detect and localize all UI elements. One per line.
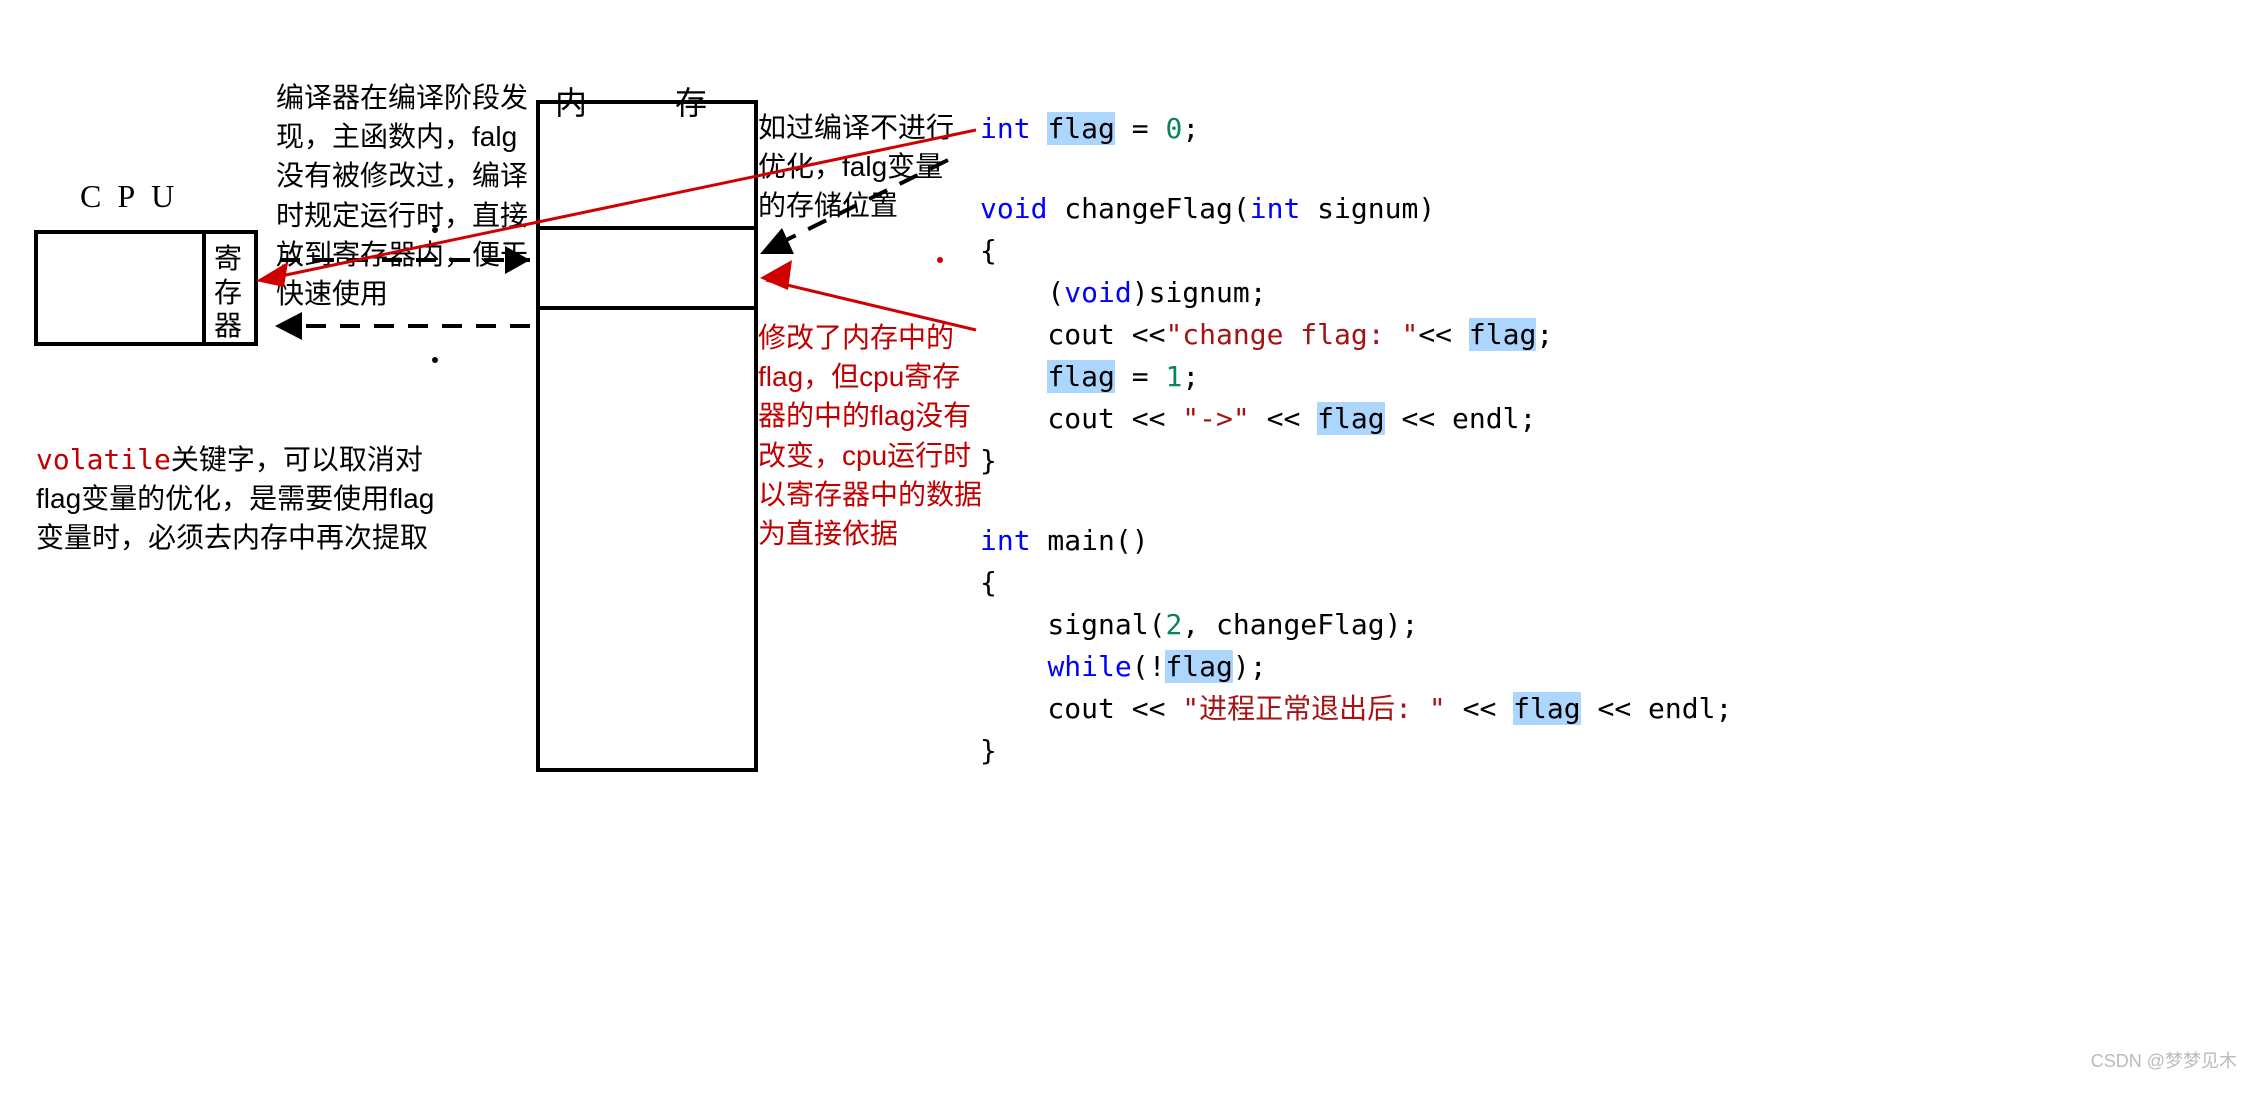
memory-label: 内 存: [555, 78, 735, 124]
compiler-note: 编译器在编译阶段发现，主函数内，falg没有被修改过，编译时规定运行时，直接放到…: [276, 78, 536, 313]
modify-memory-note: 修改了内存中的flag，但cpu寄存器的中的flag没有改变，cpu运行时以寄存…: [758, 318, 988, 553]
memory-cell-flag: [538, 228, 756, 308]
code-line-2: void changeFlag(int signum): [980, 188, 1732, 230]
code-line-15: }: [980, 730, 1732, 772]
volatile-note: volatile关键字，可以取消对flag变量的优化，是需要使用flag变量时，…: [36, 440, 446, 558]
code-line-14: cout << "进程正常退出后: " << flag << endl;: [980, 688, 1732, 730]
code-line-4: (void)signum;: [980, 272, 1732, 314]
code-line-10: int main(): [980, 520, 1732, 562]
no-opt-note: 如过编译不进行优化，falg变量的存储位置: [758, 108, 968, 226]
code-line-5: cout <<"change flag: "<< flag;: [980, 314, 1732, 356]
register-char-1: 寄: [214, 242, 242, 276]
code-line-3: {: [980, 230, 1732, 272]
arrowhead-noopt-to-mem: [760, 228, 794, 254]
watermark: CSDN @梦梦见木: [2091, 1047, 2237, 1073]
arrowhead-code-to-memory: [760, 260, 792, 290]
arrowhead-mem-to-reg: [275, 312, 302, 340]
code-line-13: while(!flag);: [980, 646, 1732, 688]
register-char-3: 器: [214, 309, 242, 343]
register-label: 寄 存 器: [214, 242, 242, 343]
register-char-2: 存: [214, 276, 242, 310]
memory-box: [538, 102, 756, 770]
code-line-12: signal(2, changeFlag);: [980, 604, 1732, 646]
code-line-6: flag = 1;: [980, 356, 1732, 398]
cpu-label: CPU: [80, 178, 190, 215]
code-line-8: }: [980, 440, 1732, 482]
code-line-7: cout << "->" << flag << endl;: [980, 398, 1732, 440]
volatile-keyword: volatile: [36, 443, 171, 476]
code-block: int flag = 0; void changeFlag(int signum…: [980, 108, 1732, 772]
code-line-11: {: [980, 562, 1732, 604]
code-line-1: int flag = 0;: [980, 108, 1732, 150]
